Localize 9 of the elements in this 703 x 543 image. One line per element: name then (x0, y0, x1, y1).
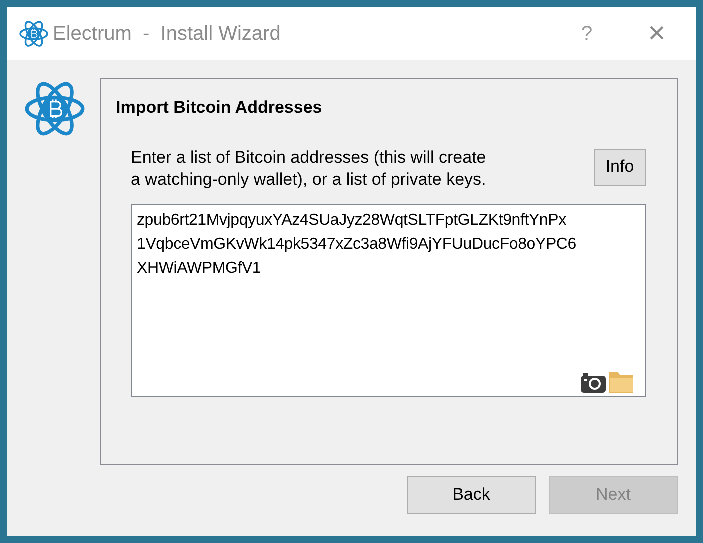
window-title: Electrum - Install Wizard (53, 22, 281, 46)
close-button[interactable]: × (642, 18, 672, 48)
wizard-button[interactable]: Back (407, 476, 536, 514)
app-logo-icon (19, 18, 49, 48)
camera-icon[interactable] (581, 372, 606, 392)
page-heading: Import Bitcoin Addresses (116, 97, 324, 119)
description-text: Enter a list of Bitcoin addresses (this will create a watching-only wallet), or a list of private keys. (131, 146, 488, 190)
input-field[interactable]: zpub6rt21MvjpqyuxYAz4SUaJyz28WqtSLTFptGLZKt9nftYnPx 1VqbceVmGKvWk14pk5347xZc3a8Wfi9AjYFUuDucFo8oYPC6 XHWiAWPMGfV1 (131, 204, 646, 396)
info-button[interactable]: Info (594, 148, 646, 186)
